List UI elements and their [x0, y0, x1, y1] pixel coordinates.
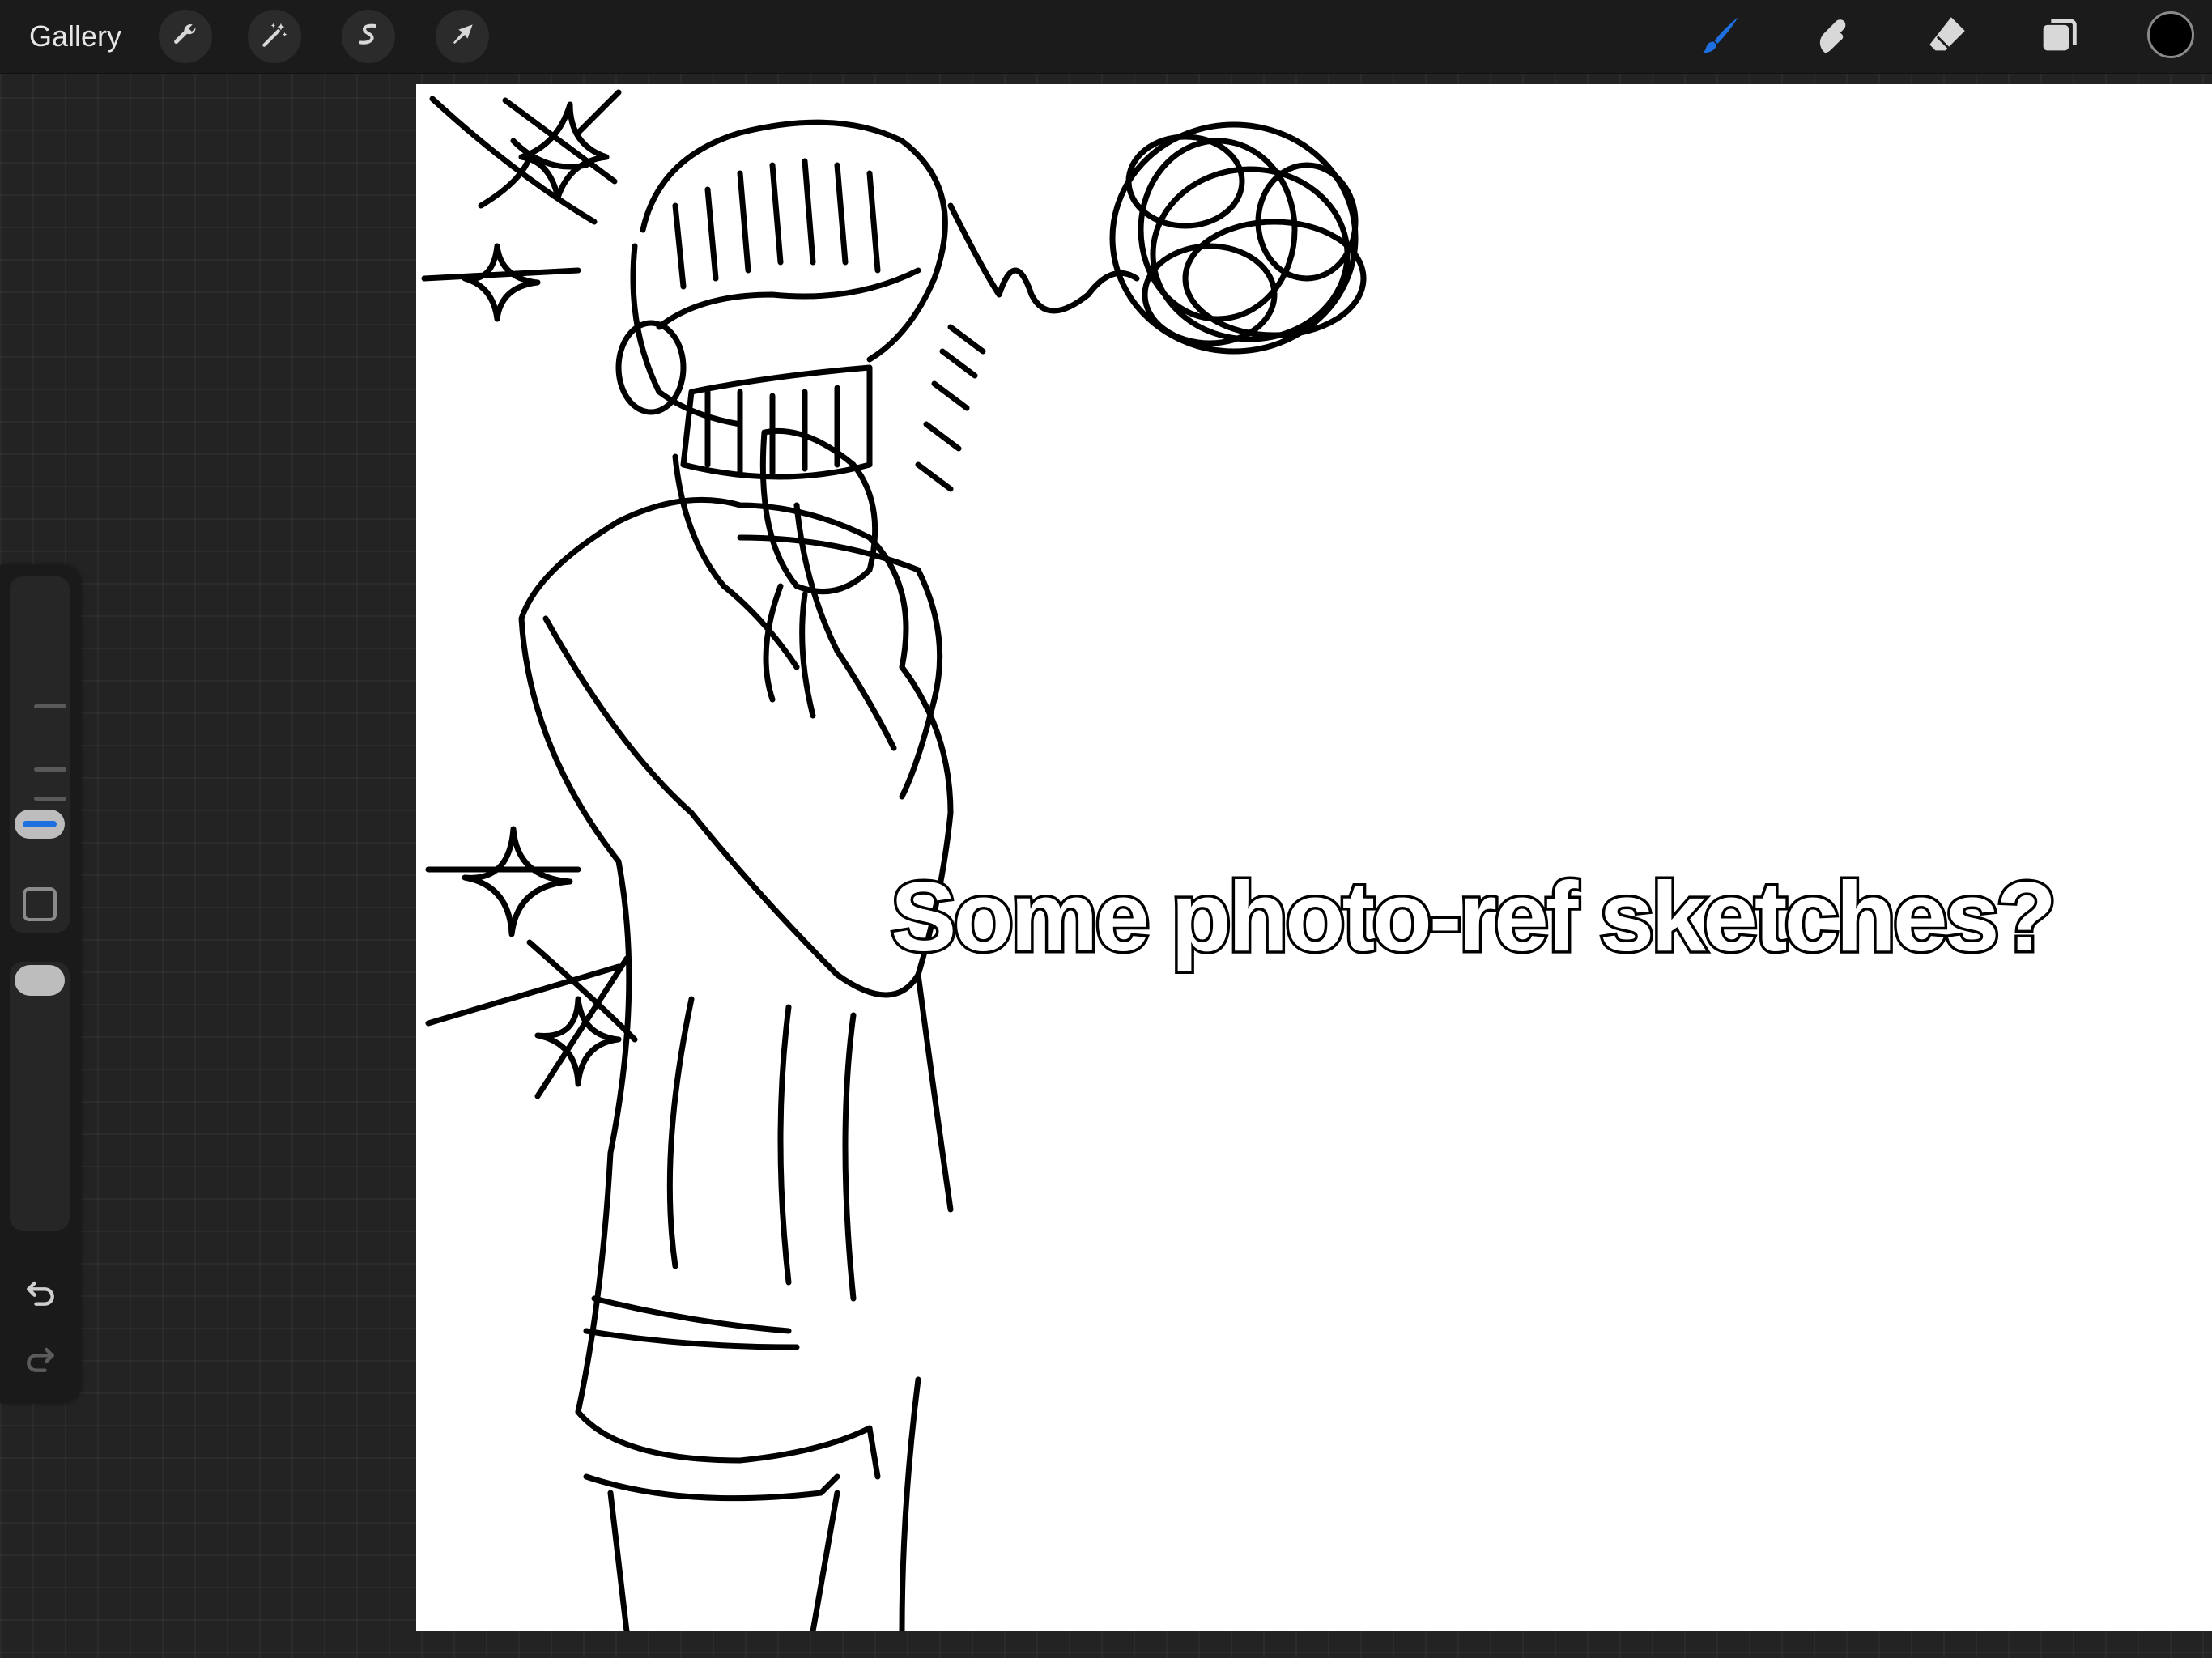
undo-icon: [23, 1274, 58, 1314]
brush-icon: [1697, 11, 1744, 62]
selection-button[interactable]: [342, 10, 395, 63]
actions-button[interactable]: [159, 10, 212, 63]
opacity-handle[interactable]: [15, 965, 65, 996]
size-tick: [34, 797, 66, 801]
brush-tool[interactable]: [1692, 8, 1749, 65]
wrench-icon: [170, 19, 201, 54]
redo-button[interactable]: [19, 1339, 62, 1381]
arrow-cursor-icon: [447, 19, 478, 54]
adjustments-button[interactable]: [248, 10, 301, 63]
brush-size-handle[interactable]: [15, 810, 65, 839]
smudge-icon: [1809, 11, 1856, 62]
left-sidebar: [0, 565, 81, 1403]
opacity-slider[interactable]: [10, 962, 70, 1231]
procreate-app: Gallery Some photo-ref sketches?: [0, 0, 2212, 1658]
color-picker-button[interactable]: [2147, 11, 2194, 58]
selection-s-icon: [353, 19, 384, 54]
transform-button[interactable]: [436, 10, 489, 63]
redo-icon: [23, 1341, 58, 1380]
brush-size-indicator: [23, 821, 57, 827]
modify-button[interactable]: [23, 887, 57, 921]
undo-button[interactable]: [19, 1273, 62, 1315]
smudge-tool[interactable]: [1804, 8, 1861, 65]
gallery-button[interactable]: Gallery: [29, 16, 121, 57]
size-tick: [34, 767, 66, 772]
overlay-caption: Some photo-ref sketches?: [888, 859, 2060, 975]
eraser-icon: [1924, 11, 1971, 62]
knight-sketch-artwork: [421, 89, 1367, 1631]
size-tick: [34, 704, 66, 708]
top-toolbar: Gallery: [0, 0, 2212, 74]
layers-tool[interactable]: [2031, 8, 2087, 65]
magic-wand-icon: [259, 19, 290, 54]
drawing-canvas[interactable]: Some photo-ref sketches?: [416, 84, 2212, 1631]
eraser-tool[interactable]: [1919, 8, 1976, 65]
layers-icon: [2035, 11, 2082, 62]
brush-size-slider[interactable]: [10, 576, 70, 933]
